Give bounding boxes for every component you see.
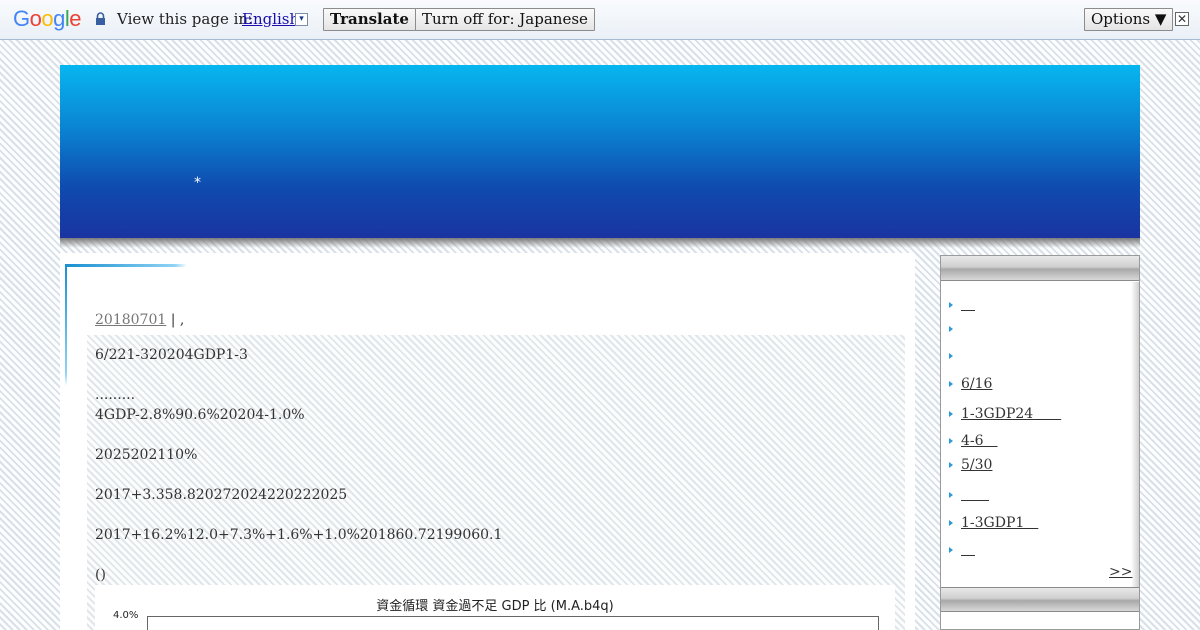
chart-image: 資金循環 資金過不足 GDP 比 (M.A.b4q) 4.0% <box>95 585 895 630</box>
chevron-down-icon[interactable]: ▾ <box>295 13 308 26</box>
sidebar-item-link[interactable]: 1-3GDP1 <box>961 515 1038 531</box>
bullet-arrow-icon <box>949 326 953 332</box>
sidebar-item-link[interactable]: 5/30 <box>961 457 992 473</box>
sidebar-item-link[interactable]: 4-6 <box>961 433 998 449</box>
sidebar-item[interactable]: 6/16 <box>949 376 992 392</box>
sidebar-shadow <box>1131 282 1139 587</box>
bullet-arrow-icon <box>949 520 953 526</box>
sidebar-item[interactable]: 5/30 <box>949 457 992 473</box>
post-date-link[interactable]: 20180701 <box>95 312 166 328</box>
banner-shadow <box>60 238 1140 248</box>
sidebar-item[interactable]: ＿ <box>949 294 975 314</box>
sidebar-header <box>941 256 1139 281</box>
sidebar-item-link[interactable]: ＿ <box>961 542 975 558</box>
post-line: 4GDP-2.8%90.6%20204-1.0% <box>95 407 305 423</box>
sidebar-more-link[interactable]: >> <box>1109 564 1132 580</box>
post-date-separator: | , <box>170 312 185 328</box>
options-button[interactable]: Options ▼ <box>1084 8 1174 31</box>
bullet-arrow-icon <box>949 492 953 498</box>
chart-plot-frame <box>147 616 879 630</box>
turn-off-button[interactable]: Turn off for: Japanese <box>415 8 595 31</box>
sidebar-item-link[interactable] <box>961 487 989 503</box>
view-page-label: View this page in: <box>117 10 254 28</box>
lock-icon <box>96 12 105 25</box>
bullet-arrow-icon <box>949 411 953 417</box>
corner-decoration <box>65 264 187 267</box>
sidebar-item-link[interactable]: 6/16 <box>961 376 992 392</box>
sidebar-header-2 <box>941 587 1139 612</box>
close-icon[interactable]: ✕ <box>1175 12 1189 26</box>
site-header-banner <box>60 65 1140 238</box>
sidebar-item-link[interactable]: 1-3GDP24 <box>961 406 1061 422</box>
post-line: 2025202110% <box>95 447 198 463</box>
google-logo: Google <box>13 6 82 31</box>
header-star: * <box>194 175 201 191</box>
sidebar-item[interactable] <box>949 321 961 337</box>
corner-decoration-vertical <box>65 264 67 386</box>
post-date: 20180701 | , <box>95 312 184 328</box>
bullet-arrow-icon <box>949 353 953 359</box>
bullet-arrow-icon <box>949 438 953 444</box>
chart-y-tick: 4.0% <box>113 610 139 621</box>
bullet-arrow-icon <box>949 547 953 553</box>
language-link[interactable]: English <box>242 10 299 28</box>
post-line: 2017+16.2%12.0+7.3%+1.6%+1.0%201860.7219… <box>95 527 503 543</box>
translate-bar: Google View this page in: English ▾ Tran… <box>0 0 1200 40</box>
sidebar: ＿ 6/16 1-3GDP24 4-6 5/30 1-3GDP1 ＿ >> <box>940 255 1140 630</box>
post-line: 6/221-320204GDP1-3 <box>95 347 248 363</box>
sidebar-item-link[interactable]: ＿ <box>961 297 975 313</box>
post-line: 2017+3.358.820272024220222025 <box>95 487 348 503</box>
bullet-arrow-icon <box>949 381 953 387</box>
translate-button[interactable]: Translate <box>323 8 416 31</box>
sidebar-item[interactable]: 4-6 <box>949 430 998 450</box>
sidebar-item[interactable]: ＿ <box>949 539 975 559</box>
bullet-arrow-icon <box>949 462 953 468</box>
chart-title: 資金循環 資金過不足 GDP 比 (M.A.b4q) <box>376 599 614 614</box>
bullet-arrow-icon <box>949 302 953 308</box>
sidebar-item[interactable]: 1-3GDP24 <box>949 403 1061 423</box>
post-line: () <box>95 567 106 583</box>
sidebar-item[interactable] <box>949 484 989 504</box>
sidebar-item[interactable]: 1-3GDP1 <box>949 512 1038 532</box>
sidebar-item[interactable] <box>949 348 961 364</box>
post-line: ......... <box>95 387 136 403</box>
